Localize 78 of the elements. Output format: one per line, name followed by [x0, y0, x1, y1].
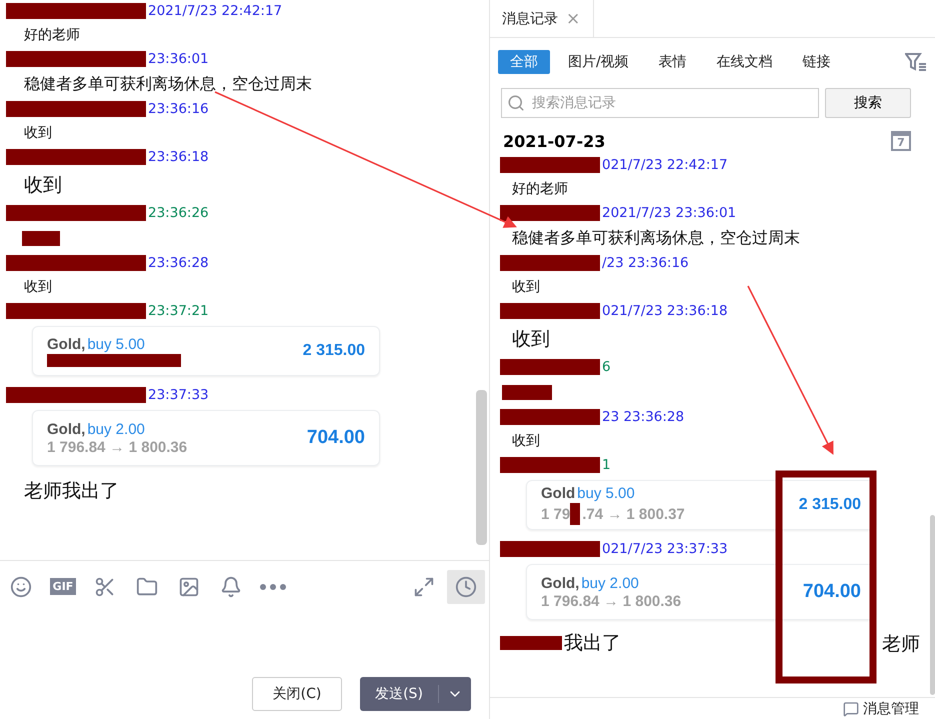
message-time: /23 23:36:16 — [602, 255, 689, 271]
message-time: 021/7/23 23:36:18 — [602, 303, 728, 319]
trade-profit: 704.00 — [802, 581, 861, 603]
scrollbar-thumb[interactable] — [476, 390, 487, 545]
message-icon — [843, 700, 859, 716]
gif-button[interactable]: GIF — [44, 570, 82, 604]
trade-prices: 1 796.84 → 1 800.36 — [47, 438, 188, 456]
message-text: 收到 — [23, 278, 53, 297]
message-time: 23:37:21 — [148, 303, 209, 319]
message-time: 1 — [602, 457, 611, 473]
message-time: 021/7/23 23:37:33 — [602, 541, 728, 557]
search-button[interactable]: 搜索 — [825, 88, 911, 118]
message-text: 收到 — [23, 173, 63, 198]
scissors-icon — [94, 576, 116, 598]
message-time: 23:36:16 — [148, 101, 209, 117]
message-time: 23:36:01 — [148, 51, 209, 67]
message-text: 我出了 — [564, 631, 621, 656]
trade-side: buy 5.00 — [577, 485, 635, 502]
trade-profit: 2 315.00 — [798, 496, 861, 514]
message-time: 23:36:28 — [148, 255, 209, 271]
message-text: 收到 — [511, 432, 541, 451]
message-text: 收到 — [511, 327, 551, 352]
filter-tab[interactable]: 全部 — [498, 50, 550, 74]
message-time: 23 23:36:28 — [602, 409, 684, 425]
redaction-mark — [500, 636, 562, 650]
message-time: 2021/7/23 22:42:17 — [148, 3, 282, 19]
expand-icon — [413, 576, 435, 598]
history-tab[interactable]: 消息记录 × — [490, 0, 594, 37]
message-time: 23:36:18 — [148, 149, 209, 165]
redaction-mark — [570, 503, 580, 525]
trade-symbol: Gold, — [47, 420, 86, 438]
message-time: 6 — [602, 359, 611, 375]
message-text: 好的老师 — [23, 26, 81, 45]
message-time: 23:37:33 — [148, 387, 209, 403]
filter-icon[interactable] — [905, 52, 927, 70]
message-text: 老师我出了 — [23, 479, 120, 504]
trade-symbol: Gold — [541, 485, 576, 502]
trade-side: buy 5.00 — [87, 336, 145, 352]
message-text: 稳健者多单可获利离场休息，空仓过周末 — [23, 72, 313, 94]
clock-button[interactable] — [447, 570, 485, 604]
gif-icon: GIF — [50, 578, 76, 595]
message-text: 收到 — [23, 124, 53, 143]
trade-prices: 1 79 — [541, 506, 570, 522]
message-time: 021/7/23 22:42:17 — [602, 157, 728, 173]
scrollbar-thumb[interactable] — [930, 515, 935, 695]
message-text: 好的老师 — [511, 180, 569, 199]
tab-title: 消息记录 — [502, 10, 558, 28]
message-time: 23:36:26 — [148, 205, 209, 221]
message-text: 稳健者多单可获利离场休息，空仓过周末 — [511, 226, 801, 248]
trade-prices: 1 796.84 → 1 800.36 — [541, 592, 682, 610]
bell-icon — [220, 576, 242, 598]
folder-icon — [136, 576, 158, 598]
close-button[interactable]: 关闭(C) — [252, 677, 342, 711]
message-text: 收到 — [511, 278, 541, 297]
redaction-mark — [22, 230, 60, 246]
clock-icon — [455, 576, 477, 598]
trade-side: buy 2.00 — [581, 574, 639, 592]
more-icon — [260, 584, 286, 590]
message-time: 2021/7/23 23:36:01 — [602, 205, 736, 221]
filter-tab[interactable]: 在线文档 — [704, 50, 785, 74]
filter-tab[interactable]: 链接 — [790, 50, 843, 74]
image-icon — [178, 576, 200, 598]
filter-tab[interactable]: 表情 — [646, 50, 699, 74]
trade-side: buy 2.00 — [87, 420, 145, 438]
search-icon — [507, 94, 525, 112]
send-button[interactable]: 发送(S) — [360, 677, 471, 711]
trade-profit: 2 315.00 — [302, 342, 365, 360]
date-heading: 2021-07-23 — [503, 132, 606, 150]
trade-symbol: Gold, — [541, 574, 580, 592]
redaction-mark — [502, 384, 552, 400]
trade-symbol: Gold, — [47, 336, 86, 352]
filter-tab[interactable]: 图片/视频 — [556, 50, 641, 74]
trade-profit: 704.00 — [306, 427, 365, 449]
annotation-text: 老师 — [882, 632, 920, 657]
search-field[interactable]: 搜索消息记录 — [501, 88, 819, 118]
trade-prices: .74 → 1 800.37 — [582, 506, 685, 522]
message-manager-button[interactable]: 消息管理 — [843, 700, 919, 718]
smile-icon — [10, 576, 32, 598]
